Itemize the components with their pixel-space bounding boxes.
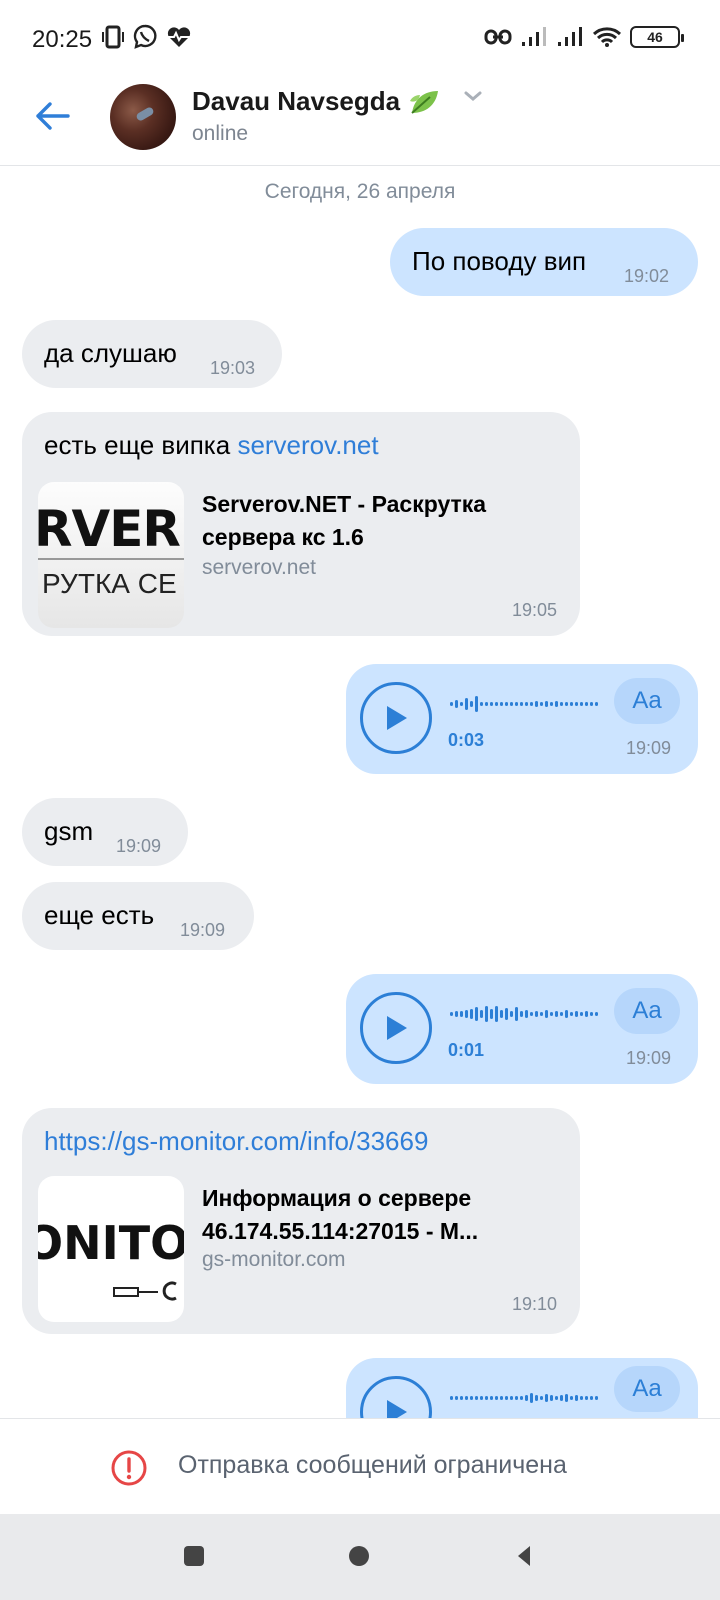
- message-bubble-in[interactable]: да слушаю 19:03: [22, 320, 282, 388]
- message-time: 19:09: [180, 920, 226, 940]
- message-list[interactable]: Сегодня, 26 апреля По поводу вип 19:02 д…: [0, 166, 720, 1418]
- message-text: По поводу вип: [412, 246, 587, 276]
- play-button[interactable]: [360, 1376, 432, 1418]
- message-text: еще есть: [44, 900, 155, 930]
- square-icon: [184, 1546, 204, 1566]
- voice-duration: 0:03: [448, 730, 485, 750]
- play-icon: [387, 706, 407, 730]
- system-nav-bar: [0, 1514, 720, 1600]
- arrow-left-icon: [36, 102, 70, 130]
- link-preview-image[interactable]: RVER РУТКА СЕ: [38, 482, 184, 628]
- message-text: да слушаю: [44, 338, 177, 368]
- triangle-back-icon: [518, 1546, 530, 1566]
- restricted-text: Отправка сообщений ограничена: [178, 1451, 567, 1479]
- voice-message-out[interactable]: 0:01 Aa 19:09: [346, 974, 698, 1084]
- signal-icon: [558, 27, 582, 46]
- message-text: есть еще випка: [44, 430, 238, 460]
- link-icon: [484, 29, 512, 45]
- circle-icon: [349, 1546, 369, 1566]
- chat-header: Davau Navsegda online: [0, 78, 720, 166]
- play-icon: [387, 1400, 407, 1418]
- preview-logo-text: ONITO: [38, 1216, 184, 1270]
- viber-icon: [133, 24, 157, 49]
- voice-waveform[interactable]: [450, 1386, 598, 1410]
- heartbeat-icon: [167, 27, 191, 47]
- contact-title[interactable]: Davau Navsegda: [192, 86, 442, 117]
- message-time: 19:09: [626, 1048, 672, 1068]
- message-time: 19:02: [624, 266, 670, 286]
- chevron-down-icon[interactable]: [462, 88, 484, 109]
- message-link[interactable]: https://gs-monitor.com/info/33669: [44, 1126, 428, 1157]
- status-bar: 20:25 46: [0, 0, 720, 78]
- recents-button[interactable]: [182, 1544, 206, 1573]
- message-time: 19:03: [210, 358, 256, 378]
- play-button[interactable]: [360, 992, 432, 1064]
- vibrate-icon: [102, 25, 124, 49]
- play-icon: [387, 1016, 407, 1040]
- message-time: 19:09: [116, 836, 162, 856]
- signal-icon: [522, 27, 546, 46]
- transcribe-button[interactable]: Aa: [614, 678, 680, 724]
- voice-waveform[interactable]: [450, 692, 598, 716]
- message-time: 19:09: [626, 738, 672, 758]
- restricted-banner: Отправка сообщений ограничена: [0, 1418, 720, 1514]
- voice-waveform[interactable]: [450, 1002, 598, 1026]
- link-preview-title[interactable]: Информация о сервере 46.174.55.114:27015…: [202, 1182, 532, 1248]
- voice-message-out[interactable]: Aa: [346, 1358, 698, 1418]
- status-icons-right: 46: [484, 26, 684, 48]
- preview-logo-subtext: РУТКА СЕ: [42, 568, 177, 599]
- message-link[interactable]: serverov.net: [237, 430, 378, 460]
- leaf-icon: [410, 90, 439, 114]
- wifi-icon: [592, 27, 622, 47]
- link-preview-domain: serverov.net: [202, 556, 316, 579]
- contact-status: online: [192, 122, 249, 145]
- battery-icon: 46: [630, 26, 684, 48]
- voice-message-out[interactable]: 0:03 Aa 19:09: [346, 664, 698, 774]
- home-button[interactable]: [347, 1544, 371, 1573]
- link-preview-image[interactable]: ONITO: [38, 1176, 184, 1322]
- link-preview-domain: gs-monitor.com: [202, 1248, 346, 1271]
- status-icons-left: [102, 24, 192, 50]
- message-time: 19:10: [512, 1294, 558, 1314]
- transcribe-button[interactable]: Aa: [614, 988, 680, 1034]
- preview-logo-graphic: [113, 1281, 177, 1301]
- status-time: 20:25: [32, 26, 93, 53]
- message-text: gsm: [44, 816, 94, 846]
- transcribe-button[interactable]: Aa: [614, 1366, 680, 1412]
- message-text-line: есть еще випка serverov.net: [44, 430, 379, 461]
- message-bubble-in[interactable]: https://gs-monitor.com/info/33669 ONITO …: [22, 1108, 580, 1334]
- message-bubble-in[interactable]: есть еще випка serverov.net RVER РУТКА С…: [22, 412, 580, 636]
- link-preview-title[interactable]: Serverov.NET - Раскрутка сервера кс 1.6: [202, 488, 542, 554]
- back-nav-button[interactable]: [514, 1544, 534, 1573]
- date-separator: Сегодня, 26 апреля: [264, 180, 456, 203]
- message-bubble-out[interactable]: По поводу вип 19:02: [390, 228, 698, 296]
- voice-duration: 0:01: [448, 1040, 485, 1060]
- message-time: 19:05: [512, 600, 558, 620]
- avatar[interactable]: [110, 84, 176, 150]
- contact-name: Davau Navsegda: [192, 86, 401, 116]
- play-button[interactable]: [360, 682, 432, 754]
- message-bubble-in[interactable]: gsm 19:09: [22, 798, 188, 866]
- preview-logo-text: RVER: [38, 500, 181, 558]
- back-button[interactable]: [30, 94, 74, 138]
- message-bubble-in[interactable]: еще есть 19:09: [22, 882, 254, 950]
- warning-icon: [111, 1450, 147, 1486]
